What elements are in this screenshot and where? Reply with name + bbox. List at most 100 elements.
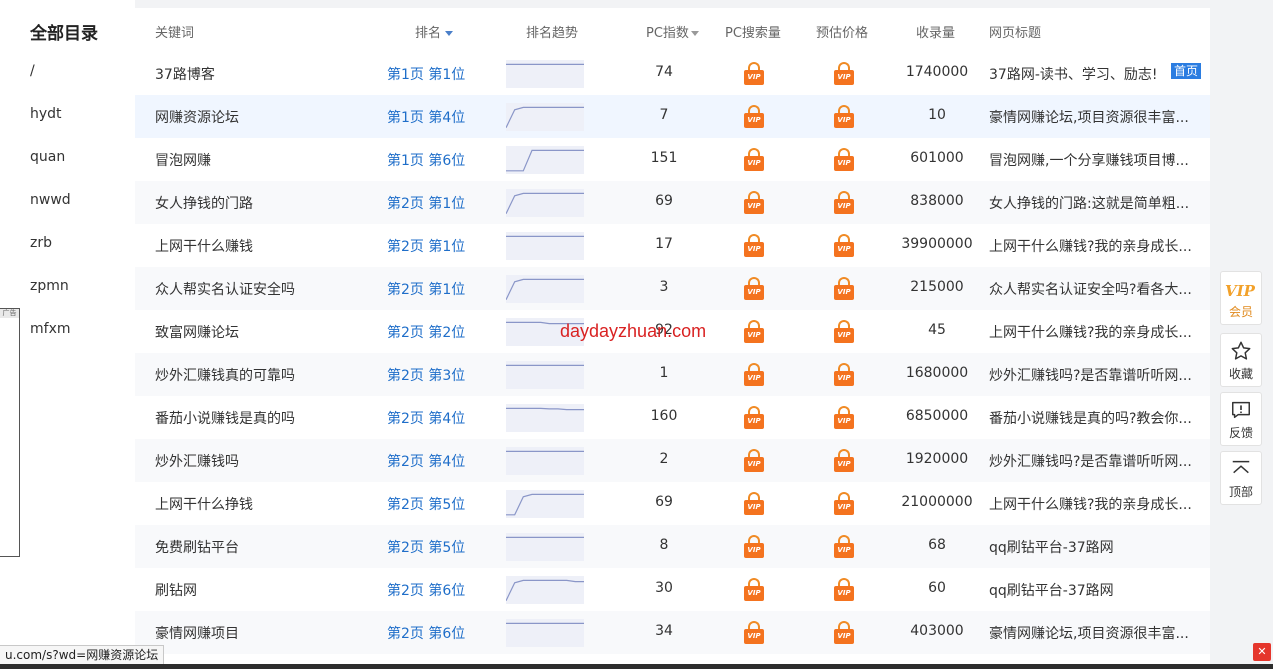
table-row[interactable]: 上网干什么挣钱 第2页 第5位 69 VIP VIP 21000000 上网干什么赚钱?我的… [135,482,1210,525]
rank-link[interactable]: 第2页 第5位 [387,537,465,557]
keyword-cell[interactable]: 上网干什么挣钱 [155,494,253,514]
vip-lock-icon[interactable]: VIP [834,234,854,257]
vip-lock-icon[interactable]: VIP [834,621,854,644]
page-title-cell[interactable]: 上网干什么赚钱?我的亲身成长... [989,236,1192,256]
vip-lock-icon[interactable]: VIP [744,148,764,171]
sidebar-item-mfxm[interactable]: mfxm [30,321,71,341]
table-row[interactable]: 众人帮实名认证安全吗 第2页 第1位 3 VIP VIP 215000 众人帮实名认证安全吗… [135,267,1210,310]
rank-link[interactable]: 第2页 第1位 [387,193,465,213]
page-title-cell[interactable]: 豪情网赚论坛,项目资源很丰富... [989,623,1189,643]
vip-lock-icon[interactable]: VIP [834,277,854,300]
feedback-button[interactable]: 反馈 [1220,392,1262,446]
rank-link[interactable]: 第1页 第4位 [387,107,465,127]
page-title-cell[interactable]: 番茄小说赚钱是真的吗?教会你... [989,408,1192,428]
page-title-cell[interactable]: 炒外汇赚钱吗?是否靠谱听听网... [989,365,1192,385]
table-row[interactable]: 豪情网赚项目 第2页 第6位 34 VIP VIP 403000 豪情网赚论坛,项目资源很丰… [135,611,1210,654]
table-row[interactable]: 37路博客 第1页 第1位 74 VIP VIP 1740000 37路网-读书、学习、励志… [135,52,1210,95]
sidebar-title: 全部目录 [30,24,98,44]
rank-link[interactable]: 第2页 第6位 [387,623,465,643]
back-to-top-button[interactable]: 顶部 [1220,451,1262,505]
keyword-cell[interactable]: 炒外汇赚钱真的可靠吗 [155,365,295,385]
rank-link[interactable]: 第2页 第2位 [387,322,465,342]
page-title-cell[interactable]: 冒泡网赚,一个分享赚钱项目博... [989,150,1189,170]
keyword-cell[interactable]: 致富网赚论坛 [155,322,239,342]
header-rank[interactable]: 排名 [415,22,454,41]
vip-lock-icon[interactable]: VIP [834,62,854,85]
sidebar-item-zrb[interactable]: zrb [30,235,52,255]
page-title-cell[interactable]: 37路网-读书、学习、励志! [989,64,1157,84]
keyword-cell[interactable]: 网赚资源论坛 [155,107,239,127]
rank-link[interactable]: 第2页 第5位 [387,494,465,514]
rank-link[interactable]: 第2页 第1位 [387,279,465,299]
vip-lock-icon[interactable]: VIP [744,535,764,558]
vip-lock-icon[interactable]: VIP [834,148,854,171]
page-title-cell[interactable]: qq刷钻平台-37路网 [989,537,1114,557]
rank-link[interactable]: 第2页 第4位 [387,408,465,428]
ad-box[interactable]: 广告 [0,308,20,557]
vip-lock-icon[interactable]: VIP [744,277,764,300]
table-row[interactable]: 番茄小说赚钱是真的吗 第2页 第4位 160 VIP VIP 6850000 番茄小说赚钱是… [135,396,1210,439]
sidebar-item-nwwd[interactable]: nwwd [30,192,71,212]
vip-lock-icon[interactable]: VIP [744,492,764,515]
keyword-cell[interactable]: 番茄小说赚钱是真的吗 [155,408,295,428]
sidebar-item-quan[interactable]: quan [30,149,65,169]
page-title-cell[interactable]: qq刷钻平台-37路网 [989,580,1114,600]
vip-lock-icon[interactable]: VIP [834,449,854,472]
keyword-cell[interactable]: 女人挣钱的门路 [155,193,253,213]
table-row[interactable]: 上网干什么赚钱 第2页 第1位 17 VIP VIP 39900000 上网干什么赚钱?我的… [135,224,1210,267]
vip-lock-icon[interactable]: VIP [744,363,764,386]
header-pc-index[interactable]: PC指数 [646,22,699,41]
vip-lock-icon[interactable]: VIP [834,105,854,128]
keyword-cell[interactable]: 上网干什么赚钱 [155,236,253,256]
vip-lock-icon[interactable]: VIP [834,191,854,214]
vip-lock-icon[interactable]: VIP [744,578,764,601]
rank-link[interactable]: 第2页 第6位 [387,580,465,600]
keyword-cell[interactable]: 37路博客 [155,64,215,84]
keyword-cell[interactable]: 刷钻网 [155,580,197,600]
rank-link[interactable]: 第2页 第1位 [387,236,465,256]
vip-lock-icon[interactable]: VIP [834,535,854,558]
indexed-count-cell: 1740000 [905,64,969,80]
page-title-cell[interactable]: 豪情网赚论坛,项目资源很丰富... [989,107,1189,127]
vip-lock-icon[interactable]: VIP [744,449,764,472]
keyword-cell[interactable]: 冒泡网赚 [155,150,211,170]
page-title-cell[interactable]: 上网干什么赚钱?我的亲身成长... [989,494,1192,514]
vip-lock-icon[interactable]: VIP [744,406,764,429]
table-row[interactable]: 免费刷钻平台 第2页 第5位 8 VIP VIP 68 qq刷钻平台-37路网 [135,525,1210,568]
table-row[interactable]: 炒外汇赚钱吗 第2页 第4位 2 VIP VIP 1920000 炒外汇赚钱吗?是否靠谱听听… [135,439,1210,482]
vip-lock-icon[interactable]: VIP [744,234,764,257]
favorite-button[interactable]: 收藏 [1220,333,1262,387]
table-row[interactable]: 网赚资源论坛 第1页 第4位 7 VIP VIP 10 豪情网赚论坛,项目资源很丰富... [135,95,1210,138]
vip-lock-icon[interactable]: VIP [834,363,854,386]
vip-lock-icon[interactable]: VIP [834,578,854,601]
vip-lock-icon[interactable]: VIP [744,191,764,214]
vip-lock-icon[interactable]: VIP [834,406,854,429]
table-row[interactable]: 炒外汇赚钱真的可靠吗 第2页 第3位 1 VIP VIP 1680000 炒外汇赚钱吗?是否… [135,353,1210,396]
close-icon[interactable]: ✕ [1253,643,1271,661]
keyword-cell[interactable]: 众人帮实名认证安全吗 [155,279,295,299]
vip-lock-icon[interactable]: VIP [744,320,764,343]
keyword-cell[interactable]: 炒外汇赚钱吗 [155,451,239,471]
rank-link[interactable]: 第2页 第4位 [387,451,465,471]
vip-lock-icon[interactable]: VIP [744,62,764,85]
vip-lock-icon[interactable]: VIP [744,105,764,128]
rank-link[interactable]: 第1页 第1位 [387,64,465,84]
page-title-cell[interactable]: 上网干什么赚钱?我的亲身成长... [989,322,1192,342]
vip-lock-icon[interactable]: VIP [744,621,764,644]
sidebar-item-zpmn[interactable]: zpmn [30,278,69,298]
sidebar-item-hydt[interactable]: hydt [30,106,62,126]
vip-lock-icon[interactable]: VIP [834,492,854,515]
rank-link[interactable]: 第2页 第3位 [387,365,465,385]
table-row[interactable]: 女人挣钱的门路 第2页 第1位 69 VIP VIP 838000 女人挣钱的门路:这就是简… [135,181,1210,224]
table-row[interactable]: 刷钻网 第2页 第6位 30 VIP VIP 60 qq刷钻平台-37路网 [135,568,1210,611]
vip-lock-icon[interactable]: VIP [834,320,854,343]
keyword-cell[interactable]: 免费刷钻平台 [155,537,239,557]
page-title-cell[interactable]: 女人挣钱的门路:这就是简单粗... [989,193,1189,213]
page-title-cell[interactable]: 众人帮实名认证安全吗?看各大... [989,279,1192,299]
keyword-cell[interactable]: 豪情网赚项目 [155,623,239,643]
vip-member-button[interactable]: VIP 会员 [1220,271,1262,325]
page-title-cell[interactable]: 炒外汇赚钱吗?是否靠谱听听网... [989,451,1192,471]
sidebar-item-root[interactable]: / [30,63,35,83]
table-row[interactable]: 冒泡网赚 第1页 第6位 151 VIP VIP 601000 冒泡网赚,一个分享赚钱项目博… [135,138,1210,181]
rank-link[interactable]: 第1页 第6位 [387,150,465,170]
